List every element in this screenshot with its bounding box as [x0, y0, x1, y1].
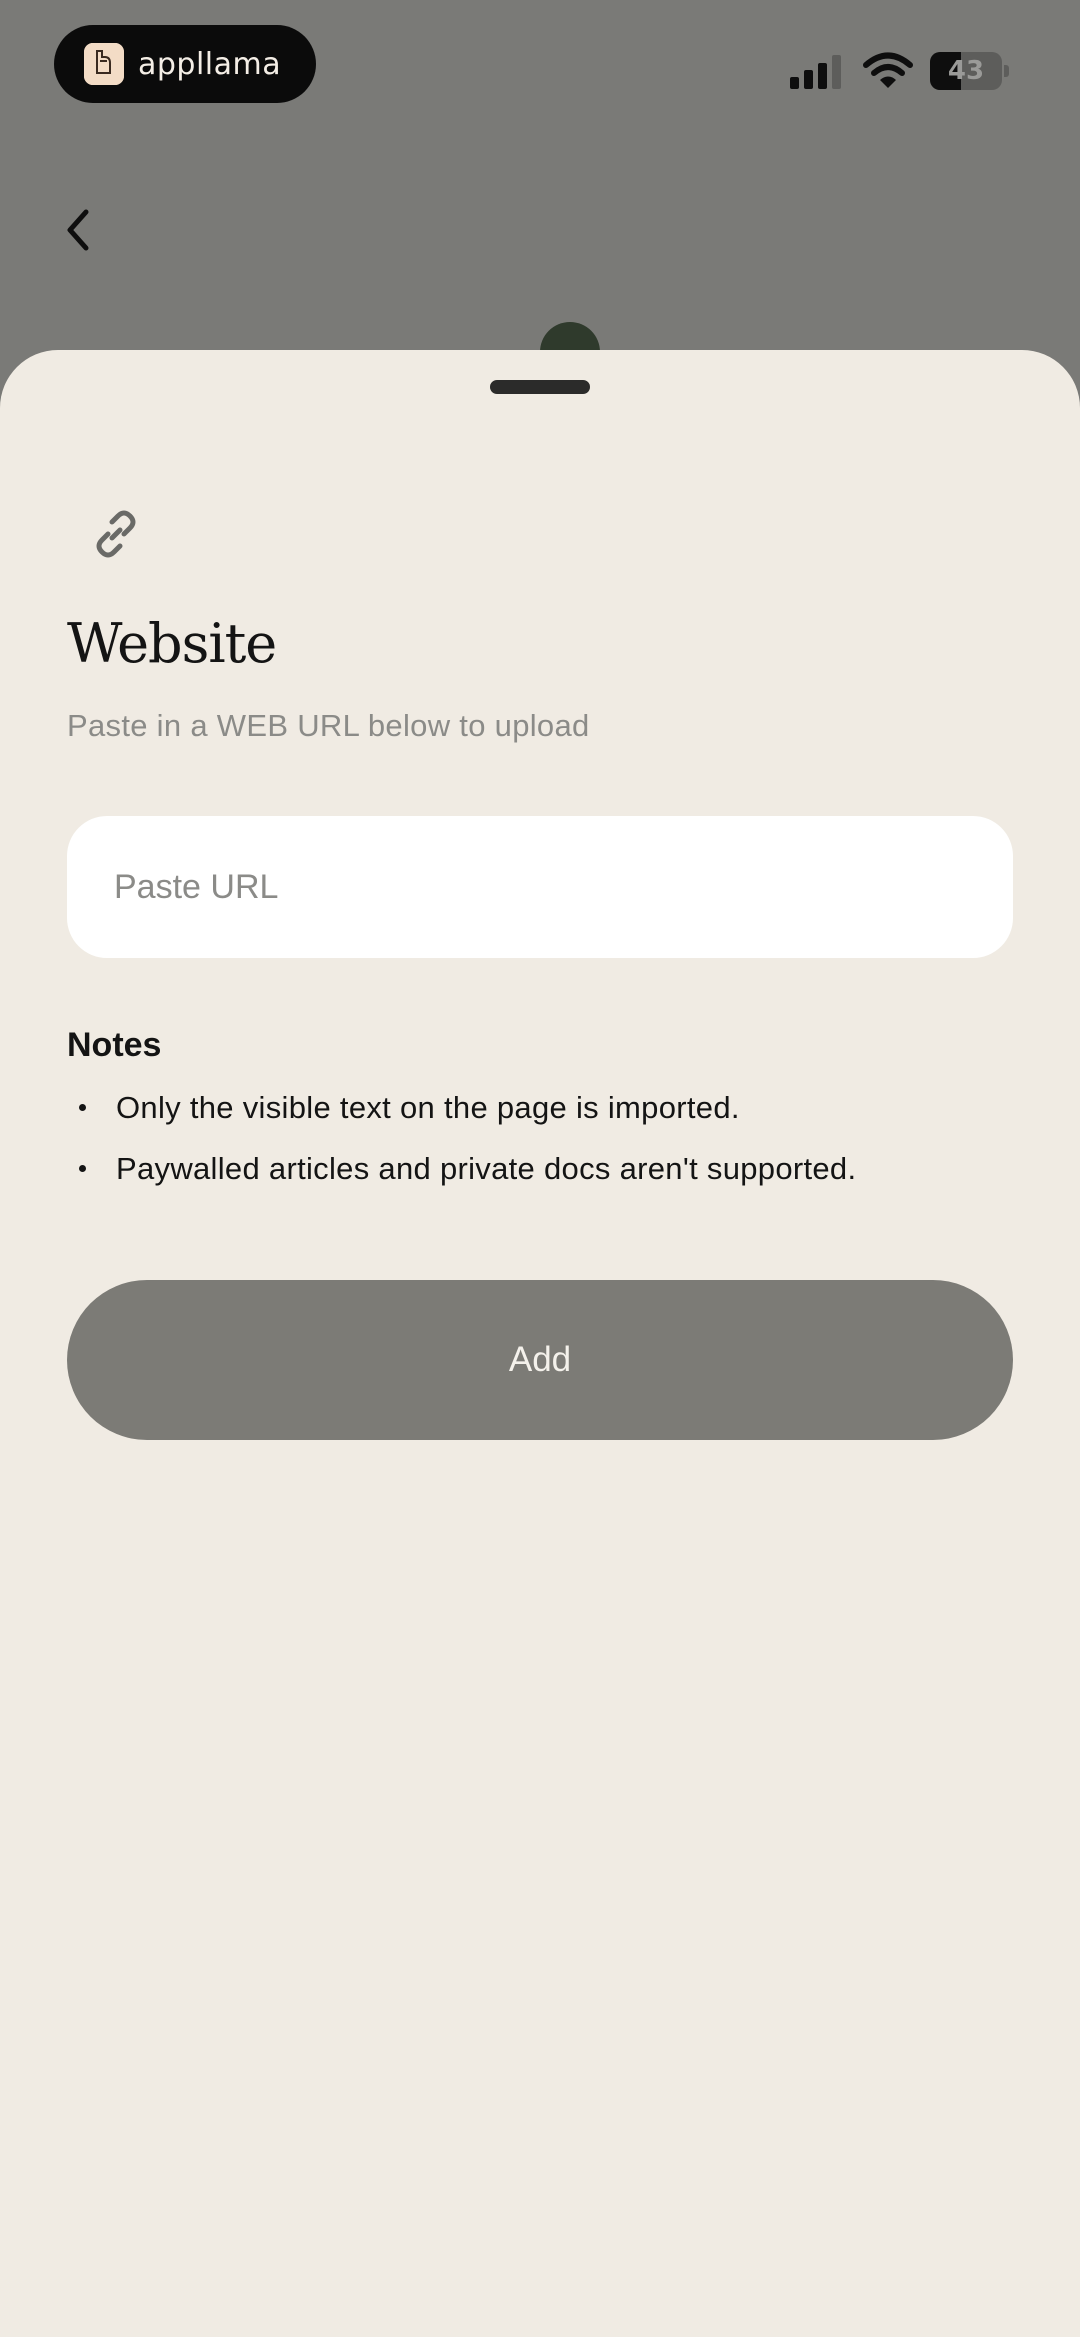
app-indicator-pill[interactable]: appllama: [54, 25, 316, 103]
add-button[interactable]: Add: [67, 1280, 1013, 1440]
url-input[interactable]: [67, 816, 1013, 958]
cellular-signal-icon: [790, 55, 841, 89]
bullet: [79, 1165, 86, 1172]
list-item: Paywalled articles and private docs aren…: [67, 1151, 1027, 1212]
note-text: Only the visible text on the page is imp…: [116, 1090, 740, 1125]
sheet-title: Website: [67, 612, 277, 675]
wifi-icon: [863, 52, 913, 88]
bullet: [79, 1104, 86, 1111]
battery-body: 43: [930, 52, 1002, 90]
sheet-grabber[interactable]: [490, 380, 590, 394]
sheet-subtitle: Paste in a WEB URL below to upload: [67, 708, 590, 743]
website-upload-sheet: Website Paste in a WEB URL below to uplo…: [0, 350, 1080, 2337]
battery-level: 43: [947, 56, 985, 86]
notes-heading: Notes: [67, 1026, 162, 1064]
app-name: appllama: [138, 46, 282, 82]
status-bar: appllama 43: [0, 0, 1080, 140]
battery-icon: 43: [930, 52, 1009, 90]
list-item: Only the visible text on the page is imp…: [67, 1090, 1027, 1151]
chevron-left-icon[interactable]: [54, 200, 104, 260]
link-icon: [96, 510, 136, 558]
note-text: Paywalled articles and private docs aren…: [116, 1151, 857, 1186]
battery-tip: [1004, 65, 1009, 77]
app-logo-icon: [84, 43, 124, 85]
notes-list: Only the visible text on the page is imp…: [67, 1090, 1027, 1212]
